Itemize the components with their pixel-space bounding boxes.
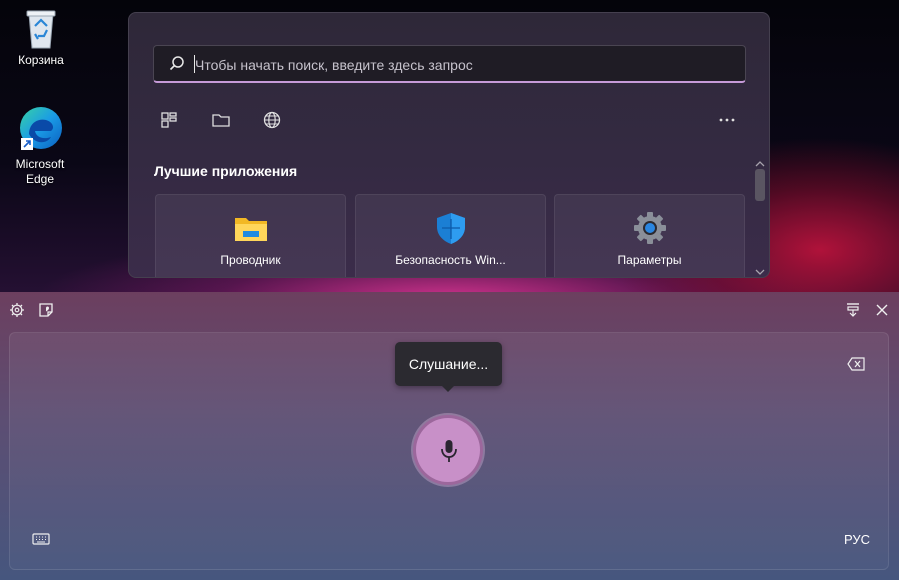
start-menu: Чтобы начать поиск, введите здесь запрос <box>128 12 770 278</box>
app-tile-settings[interactable]: Параметры <box>554 194 745 277</box>
desktop-icon-recycle-bin[interactable]: Корзина <box>8 8 74 68</box>
desktop: Корзина Microsoft Edge Чтобы начать поис… <box>0 0 899 295</box>
app-label: Параметры <box>617 253 682 267</box>
globe-icon[interactable] <box>262 110 282 130</box>
search-input[interactable]: Чтобы начать поиск, введите здесь запрос <box>153 45 746 83</box>
microphone-icon <box>441 440 457 462</box>
search-icon <box>168 55 186 78</box>
microphone-button[interactable] <box>413 415 483 485</box>
windows-security-icon <box>434 211 468 245</box>
backspace-icon[interactable] <box>847 357 865 376</box>
voice-typing-panel: Слушание... РУС <box>0 292 899 580</box>
folder-icon[interactable] <box>211 110 231 130</box>
keyboard-icon[interactable] <box>32 532 50 551</box>
app-tile-windows-security[interactable]: Безопасность Win... <box>355 194 546 277</box>
dock-icon[interactable] <box>845 302 861 318</box>
file-explorer-icon <box>234 211 268 245</box>
edge-label-line1: Microsoft <box>15 157 65 171</box>
recycle-bin-icon <box>21 8 61 50</box>
apps-icon[interactable] <box>159 110 179 130</box>
settings-gear-icon <box>633 211 667 245</box>
listening-tooltip: Слушание... <box>395 342 502 386</box>
edge-label-line2: Edge <box>25 172 55 186</box>
settings-icon[interactable] <box>9 302 25 318</box>
edge-icon <box>15 104 65 154</box>
recycle-bin-label: Корзина <box>18 53 64 67</box>
scroll-down-icon[interactable] <box>755 263 765 277</box>
scroll-thumb[interactable] <box>755 169 765 201</box>
app-label: Безопасность Win... <box>395 253 506 267</box>
search-placeholder: Чтобы начать поиск, введите здесь запрос <box>195 57 473 73</box>
close-icon[interactable] <box>874 302 890 318</box>
desktop-icon-edge[interactable]: Microsoft Edge <box>7 104 73 187</box>
app-tile-file-explorer[interactable]: Проводник <box>155 194 346 277</box>
tooltip-arrow <box>441 385 455 392</box>
more-icon[interactable] <box>717 110 737 130</box>
scrollbar[interactable] <box>752 153 768 277</box>
language-indicator[interactable]: РУС <box>844 532 870 547</box>
section-title-top-apps: Лучшие приложения <box>154 163 298 179</box>
sticker-icon[interactable] <box>38 302 54 318</box>
app-label: Проводник <box>220 253 281 267</box>
